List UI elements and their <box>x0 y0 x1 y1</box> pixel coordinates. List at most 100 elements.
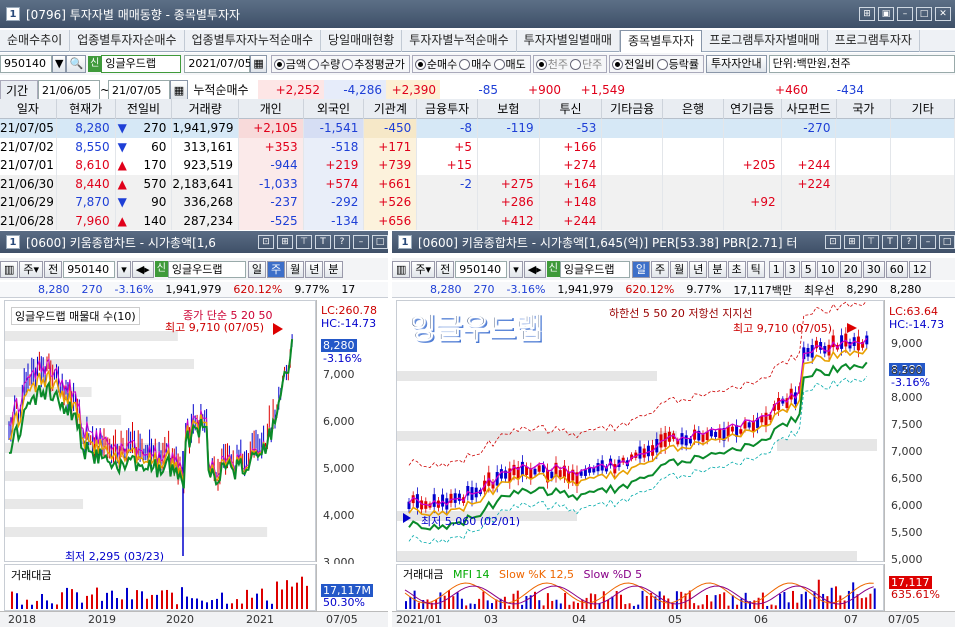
layout-icon[interactable]: ▥ <box>392 260 411 278</box>
radio-option[interactable]: 단주 <box>570 56 602 72</box>
tab-4[interactable]: 투자자별누적순매수 <box>402 30 517 52</box>
radio-option[interactable]: 전일비 <box>612 56 655 72</box>
right-code-input[interactable]: 950140 <box>455 260 508 278</box>
text-icon[interactable]: T <box>315 235 331 249</box>
radio-dot[interactable] <box>459 58 471 70</box>
period-calendar-icon[interactable]: ▦ <box>170 80 188 100</box>
period-주[interactable]: 주 <box>651 260 670 278</box>
radio-option[interactable]: 매도 <box>493 56 526 72</box>
stock-code-input[interactable]: 950140 <box>0 55 52 73</box>
period-주[interactable]: 주 <box>267 260 286 278</box>
table-cell: 287,234 <box>172 211 239 230</box>
radio-option[interactable]: 천주 <box>535 56 568 72</box>
radio-dot[interactable] <box>612 58 624 70</box>
table-row[interactable]: 21/06/28 7,960 ▲ 140 287,234 -525 -134 +656 +412… <box>0 211 955 230</box>
speaker-icon[interactable]: ◀▸ <box>523 260 546 278</box>
maximize-icon[interactable]: □ <box>939 235 955 249</box>
stock-type-dropdown[interactable]: 주▾ <box>19 260 44 278</box>
pin-icon[interactable]: ⊤ <box>863 235 879 249</box>
grid-icon[interactable]: ⊞ <box>277 235 293 249</box>
volume-bar <box>301 576 303 609</box>
interval-button[interactable]: 30 <box>862 260 885 278</box>
prev-icon[interactable]: 전 <box>44 260 63 278</box>
minimize-icon[interactable]: – <box>353 235 369 249</box>
tab-1[interactable]: 업종별투자자순매수 <box>70 30 185 52</box>
speaker-icon[interactable]: ◀▸ <box>131 260 154 278</box>
tab-3[interactable]: 당일매매현황 <box>321 30 403 52</box>
interval-button[interactable]: 10 <box>816 260 839 278</box>
table-row[interactable]: 21/07/02 8,550 ▼ 60 313,161 +353 -518 +171 +5 +16… <box>0 137 955 156</box>
stock-name-field[interactable]: 잉글우드랩 <box>101 55 182 73</box>
radio-option[interactable]: 금액 <box>273 56 306 72</box>
period-월[interactable]: 월 <box>670 260 689 278</box>
search-icon[interactable]: 🔍 <box>66 55 87 73</box>
tab-0[interactable]: 순매수추이 <box>0 30 71 52</box>
radio-dot[interactable] <box>493 58 505 70</box>
table-row[interactable]: 21/07/05 8,280 ▼ 270 1,941,979 +2,105 -1,541 -4… <box>0 119 955 138</box>
period-틱[interactable]: 틱 <box>746 260 765 278</box>
tab-2[interactable]: 업종별투자자누적순매수 <box>185 30 322 52</box>
tab-7[interactable]: 프로그램투자자별매매 <box>702 30 828 52</box>
radio-option[interactable]: 수량 <box>308 56 340 72</box>
layout-icon[interactable]: ▥ <box>0 260 19 278</box>
radio-dot[interactable] <box>273 58 285 70</box>
pin-icon[interactable]: ⊞ <box>859 7 875 21</box>
table-row[interactable]: 21/06/29 7,870 ▼ 90 336,268 -237 -292 +526 +286 +… <box>0 193 955 212</box>
close-icon[interactable]: ✕ <box>935 7 951 21</box>
left-code-input[interactable]: 950140 <box>63 260 116 278</box>
help-icon[interactable]: ? <box>901 235 917 249</box>
radio-option[interactable]: 순매수 <box>414 56 457 72</box>
radio-dot[interactable] <box>570 58 582 70</box>
right-search-icon[interactable]: ▾ <box>509 260 523 278</box>
tab-5[interactable]: 투자자별일별매매 <box>517 30 620 52</box>
interval-button[interactable]: 1 <box>768 260 784 278</box>
tab-6[interactable]: 종목별투자자 <box>619 30 703 52</box>
radio-dot[interactable] <box>535 58 547 70</box>
left-search-icon[interactable]: ▾ <box>117 260 131 278</box>
period-년[interactable]: 년 <box>305 260 324 278</box>
period-일[interactable]: 일 <box>247 260 267 278</box>
radio-dot[interactable] <box>414 58 426 70</box>
table-row[interactable]: 21/06/30 8,440 ▲ 570 2,183,641 -1,033 +574 +661… <box>0 174 955 193</box>
date-input[interactable]: 2021/07/05 <box>184 55 252 73</box>
minimize-icon[interactable]: – <box>920 235 936 249</box>
right-stock-name[interactable]: 잉글우드랩 <box>559 260 630 278</box>
radio-option[interactable]: 매수 <box>459 56 492 72</box>
period-월[interactable]: 월 <box>286 260 305 278</box>
interval-button[interactable]: 60 <box>885 260 908 278</box>
text-icon[interactable]: T <box>882 235 898 249</box>
investor-guide-button[interactable]: 투자자안내 <box>706 55 767 73</box>
interval-button[interactable]: 12 <box>908 260 931 278</box>
interval-button[interactable]: 5 <box>800 260 816 278</box>
link-icon[interactable]: ⊡ <box>825 235 841 249</box>
maximize-icon[interactable]: □ <box>372 235 388 249</box>
pin-icon[interactable]: ⊤ <box>296 235 312 249</box>
prev-icon[interactable]: 전 <box>436 260 455 278</box>
radio-dot[interactable] <box>308 58 320 70</box>
grid-icon[interactable]: ⊞ <box>844 235 860 249</box>
minimize-icon[interactable]: – <box>897 7 913 21</box>
period-일[interactable]: 일 <box>631 260 651 278</box>
period-년[interactable]: 년 <box>689 260 708 278</box>
period-초[interactable]: 초 <box>727 260 746 278</box>
code-dropdown-icon[interactable]: ▼ <box>52 55 67 73</box>
radio-option[interactable]: 등락률 <box>656 56 699 72</box>
interval-button[interactable]: 3 <box>784 260 800 278</box>
left-stock-name[interactable]: 잉글우드랩 <box>167 260 246 278</box>
interval-button[interactable]: 20 <box>839 260 862 278</box>
calendar-icon[interactable]: ▦ <box>250 55 267 73</box>
period-from-input[interactable]: 21/06/05 <box>38 80 100 100</box>
period-분[interactable]: 분 <box>324 260 343 278</box>
tab-8[interactable]: 프로그램투자자 <box>828 30 920 52</box>
period-분[interactable]: 분 <box>708 260 727 278</box>
link-icon[interactable]: ⊡ <box>258 235 274 249</box>
radio-dot[interactable] <box>342 58 354 70</box>
stock-type-dropdown[interactable]: 주▾ <box>411 260 436 278</box>
maximize-icon[interactable]: □ <box>916 7 932 21</box>
table-row[interactable]: 21/07/01 8,610 ▲ 170 923,519 -944 +219 +739 +15 +… <box>0 156 955 175</box>
period-to-input[interactable]: 21/07/05 <box>108 80 170 100</box>
radio-dot[interactable] <box>656 58 668 70</box>
radio-option[interactable]: 추정평균가 <box>342 56 405 72</box>
help-icon[interactable]: ? <box>334 235 350 249</box>
settings-icon[interactable]: ▣ <box>878 7 894 21</box>
